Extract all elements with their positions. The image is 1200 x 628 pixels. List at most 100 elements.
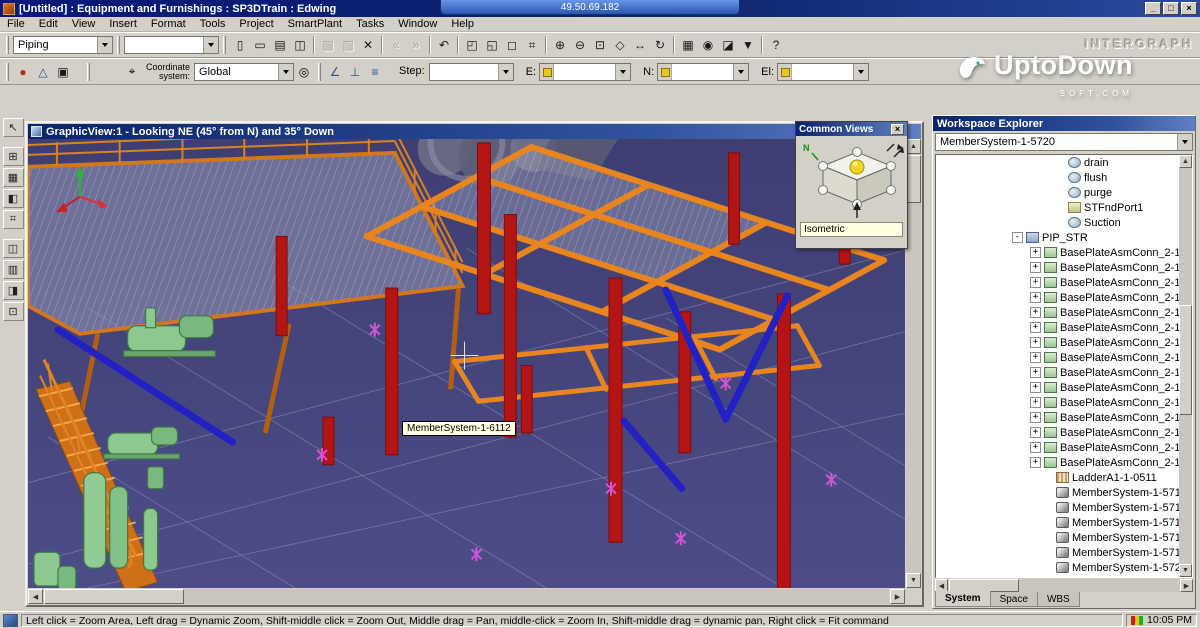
menu-item[interactable]: View	[65, 18, 103, 30]
menu-item[interactable]: SmartPlant	[281, 18, 349, 30]
next-icon[interactable]: »	[406, 36, 426, 54]
tree-expand-box[interactable]: +	[1030, 277, 1041, 288]
coordinate-field-input[interactable]	[777, 63, 869, 81]
coordinate-field-input[interactable]	[539, 63, 631, 81]
tree-item[interactable]: STFndPort1	[936, 200, 1179, 215]
tree-item[interactable]: + BasePlateAsmConn_2-1-061	[936, 350, 1179, 365]
coordinate-lock-icon[interactable]	[778, 64, 792, 80]
look-at-icon[interactable]: ◉	[698, 36, 718, 54]
coordinate-lock-icon[interactable]	[540, 64, 554, 80]
toolbar-separator[interactable]	[313, 36, 315, 54]
tree-item[interactable]: MemberSystem-1-5717	[936, 515, 1179, 530]
coordinate-field-input[interactable]	[657, 63, 749, 81]
tree-item[interactable]: + BasePlateAsmConn_2-1-061	[936, 335, 1179, 350]
render-mode-icon[interactable]: ◪	[718, 36, 738, 54]
save-icon[interactable]: ▤	[270, 36, 290, 54]
task-combo[interactable]: Piping	[13, 36, 113, 54]
tree-expand-box[interactable]: +	[1030, 292, 1041, 303]
tree-expand-box[interactable]: +	[1030, 457, 1041, 468]
parallel-icon[interactable]: ≡	[365, 63, 385, 81]
toolbar-grip[interactable]	[87, 63, 90, 81]
menu-item[interactable]: Project	[232, 18, 280, 30]
perpendicular-icon[interactable]: ⊥	[345, 63, 365, 81]
tree-item[interactable]: LadderA1-1-0511	[936, 470, 1179, 485]
tree-item[interactable]: + BasePlateAsmConn_2-1-060	[936, 245, 1179, 260]
print-icon[interactable]: ◫	[290, 36, 310, 54]
scroll-right-icon[interactable]: ▶	[1180, 579, 1193, 592]
minimize-icon[interactable]: _	[1145, 2, 1161, 15]
tree-item[interactable]: MemberSystem-1-5716	[936, 500, 1179, 515]
open-icon[interactable]: ▭	[250, 36, 270, 54]
menu-item[interactable]: Tools	[193, 18, 233, 30]
tree-item[interactable]: + BasePlateAsmConn_2-1-061	[936, 260, 1179, 275]
filter-combo[interactable]	[124, 36, 219, 54]
scroll-up-icon[interactable]: ▲	[906, 139, 921, 154]
coordinate-lock-icon[interactable]	[658, 64, 672, 80]
split-view-icon[interactable]: ◧	[3, 189, 24, 208]
scrollbar-thumb[interactable]	[1179, 305, 1192, 415]
graphic-viewport[interactable]: MemberSystem-1-6112	[28, 139, 905, 588]
restore-icon[interactable]: □	[1163, 2, 1179, 15]
zoom-area-icon[interactable]: ⊡	[590, 36, 610, 54]
menu-item[interactable]: Insert	[102, 18, 144, 30]
plane-icon[interactable]: △	[33, 63, 53, 81]
angle-lock-icon[interactable]: ∠	[325, 63, 345, 81]
toolbar-separator[interactable]	[429, 36, 431, 54]
fence-icon[interactable]: ◻	[502, 36, 522, 54]
help-icon[interactable]: ?	[766, 36, 786, 54]
previous-icon[interactable]: «	[386, 36, 406, 54]
menu-item[interactable]: Help	[444, 18, 481, 30]
tree-item[interactable]: + BasePlateAsmConn_2-1-070	[936, 395, 1179, 410]
view-options-icon[interactable]: ▼	[738, 36, 758, 54]
tree-item[interactable]: - PIP_STR	[936, 230, 1179, 245]
workspace-tab[interactable]: WBS	[1037, 592, 1080, 607]
tree-item[interactable]: drain	[936, 155, 1179, 170]
cut-icon[interactable]: ▧	[318, 36, 338, 54]
tree-expand-box[interactable]: +	[1030, 367, 1041, 378]
delete-icon[interactable]: ✕	[358, 36, 378, 54]
common-views-selected[interactable]: Isometric	[800, 222, 903, 237]
menu-item[interactable]: File	[0, 18, 32, 30]
workspace-tab[interactable]: Space	[990, 592, 1038, 607]
tree-item[interactable]: + BasePlateAsmConn_2-1-061	[936, 290, 1179, 305]
graphic-view-vertical-scrollbar[interactable]: ▲ ▼	[906, 139, 921, 588]
toolbar-grip[interactable]	[223, 36, 226, 54]
panel-icon[interactable]: ◫	[3, 239, 24, 258]
scrollbar-thumb[interactable]	[906, 155, 921, 203]
scrollbar-thumb[interactable]	[44, 589, 184, 604]
zoom-in-icon[interactable]: ⊕	[550, 36, 570, 54]
snap-grid-icon[interactable]: ⌗	[522, 36, 542, 54]
scroll-down-icon[interactable]: ▼	[906, 573, 921, 588]
zoom-out-icon[interactable]: ⊖	[570, 36, 590, 54]
scroll-left-icon[interactable]: ◀	[28, 589, 43, 604]
menu-item[interactable]: Window	[391, 18, 444, 30]
tree-expand-box[interactable]: +	[1030, 337, 1041, 348]
shade-icon[interactable]: ◨	[3, 281, 24, 300]
close-icon[interactable]: ×	[1181, 2, 1197, 15]
common-views-titlebar[interactable]: Common Views ×	[796, 122, 907, 136]
tree-expand-box[interactable]: +	[1030, 352, 1041, 363]
copy-icon[interactable]: ▨	[338, 36, 358, 54]
toolbar-separator[interactable]	[381, 36, 383, 54]
select-overlap-icon[interactable]: ◱	[482, 36, 502, 54]
toolbar-separator[interactable]	[457, 36, 459, 54]
tree-expand-box[interactable]: +	[1030, 322, 1041, 333]
tree-expand-box[interactable]: +	[1030, 262, 1041, 273]
select-arrow-icon[interactable]: ↖	[3, 118, 24, 137]
workspace-tab[interactable]: System	[935, 591, 991, 607]
tree-item[interactable]: Suction	[936, 215, 1179, 230]
tree-expand-box[interactable]: +	[1030, 382, 1041, 393]
fit-view-icon[interactable]: ◇	[610, 36, 630, 54]
tree-expand-box[interactable]: +	[1030, 442, 1041, 453]
scroll-right-icon[interactable]: ▶	[890, 589, 905, 604]
dropdown-arrow-icon[interactable]	[498, 64, 513, 80]
tree-item[interactable]: + BasePlateAsmConn_2-1-061	[936, 305, 1179, 320]
scroll-down-icon[interactable]: ▼	[1179, 564, 1192, 577]
reposition-target-icon[interactable]: ◎	[294, 63, 314, 81]
tree-item[interactable]: MemberSystem-1-5715	[936, 485, 1179, 500]
select-inside-icon[interactable]: ◰	[462, 36, 482, 54]
common-views-icon[interactable]: ▦	[678, 36, 698, 54]
tree-expand-box[interactable]: +	[1030, 307, 1041, 318]
toolbar-grip[interactable]	[6, 36, 9, 54]
dropdown-arrow-icon[interactable]	[853, 64, 868, 80]
